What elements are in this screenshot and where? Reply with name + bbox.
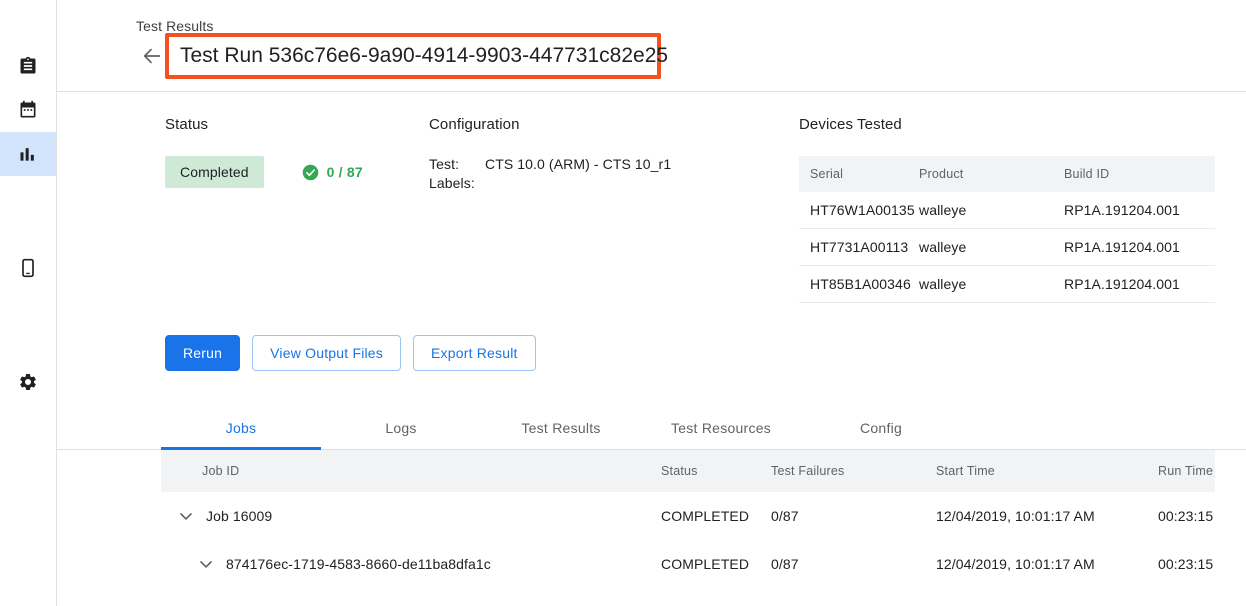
status-section-title: Status xyxy=(165,116,429,133)
jobs-cell-start-time: 12/04/2019, 10:01:17 AM xyxy=(936,508,1158,524)
sidebar-spacer-1 xyxy=(0,176,56,246)
devices-col-product: Product xyxy=(919,156,1064,192)
page-title: Test Run 536c76e6-9a90-4914-9903-447731c… xyxy=(169,44,668,68)
jobs-table-header: Job ID Status Test Failures Start Time R… xyxy=(161,450,1215,492)
breadcrumb[interactable]: Test Results xyxy=(136,18,213,34)
page-body: Status Completed 0 / 87 xyxy=(57,92,1246,606)
config-value-test: CTS 10.0 (ARM) - CTS 10_r1 xyxy=(485,156,799,172)
arrow-left-icon xyxy=(141,54,163,71)
sidebar-item-test-plans[interactable] xyxy=(0,44,56,88)
page-header: Test Results Test Run 536c76e6-9a90-4914… xyxy=(57,0,1246,92)
phone-icon xyxy=(18,258,38,278)
tab-jobs[interactable]: Jobs xyxy=(161,406,321,449)
sidebar-item-devices[interactable] xyxy=(0,246,56,290)
devices-header-row: Serial Product Build ID xyxy=(799,156,1215,192)
jobs-cell-job-id: 874176ec-1719-4583-8660-de11ba8dfa1c xyxy=(161,554,661,574)
main-area: Test Results Test Run 536c76e6-9a90-4914… xyxy=(57,0,1246,606)
status-badge: Completed xyxy=(165,156,264,188)
action-buttons: Rerun View Output Files Export Result xyxy=(57,303,1246,371)
jobs-cell-start-time: 12/04/2019, 10:01:17 AM xyxy=(936,556,1158,572)
devices-table-head: Serial Product Build ID xyxy=(799,156,1215,192)
pass-count-label: 0 / 87 xyxy=(327,164,363,180)
jobs-col-job-id: Job ID xyxy=(161,464,661,478)
device-product: walleye xyxy=(919,192,1064,229)
rerun-button[interactable]: Rerun xyxy=(165,335,240,371)
tab-bar: Jobs Logs Test Results Test Resources Co… xyxy=(57,406,1246,450)
status-row: Completed 0 / 87 xyxy=(165,156,429,188)
jobs-col-start-time: Start Time xyxy=(936,464,1158,478)
devices-col-build-id: Build ID xyxy=(1064,156,1215,192)
tab-test-results[interactable]: Test Results xyxy=(481,406,641,449)
config-key-labels: Labels: xyxy=(429,175,485,191)
devices-panel: Devices Tested Serial Product Build ID H… xyxy=(799,116,1246,303)
device-build-id: RP1A.191204.001 xyxy=(1064,229,1215,266)
sidebar-spacer-2 xyxy=(0,290,56,360)
back-button[interactable] xyxy=(141,45,163,67)
tab-test-resources[interactable]: Test Resources xyxy=(641,406,801,449)
jobs-table: Job ID Status Test Failures Start Time R… xyxy=(57,450,1215,606)
jobs-cell-test-failures: 0/87 xyxy=(771,556,936,572)
jobs-cell-status: COMPLETED xyxy=(661,508,771,524)
devices-table: Serial Product Build ID HT76W1A00135 wal… xyxy=(799,156,1215,303)
jobs-col-test-failures: Test Failures xyxy=(771,464,936,478)
summary-section: Status Completed 0 / 87 xyxy=(57,92,1246,303)
table-row[interactable]: Job 16009 COMPLETED 0/87 12/04/2019, 10:… xyxy=(161,492,1215,540)
table-row: HT7731A00113 walleye RP1A.191204.001 xyxy=(799,229,1215,266)
chevron-down-icon[interactable] xyxy=(176,506,196,526)
clipboard-icon xyxy=(18,56,38,76)
sidebar-item-settings[interactable] xyxy=(0,360,56,404)
jobs-col-run-time: Run Time xyxy=(1158,464,1215,478)
table-row: HT76W1A00135 walleye RP1A.191204.001 xyxy=(799,192,1215,229)
jobs-cell-run-time: 00:23:15 xyxy=(1158,556,1215,572)
bar-chart-icon xyxy=(18,144,38,164)
jobs-cell-status: COMPLETED xyxy=(661,556,771,572)
jobs-cell-run-time: 00:23:15 xyxy=(1158,508,1215,524)
view-output-files-button[interactable]: View Output Files xyxy=(252,335,401,371)
config-value-labels xyxy=(485,175,799,191)
devices-table-body: HT76W1A00135 walleye RP1A.191204.001 HT7… xyxy=(799,192,1215,303)
calendar-icon xyxy=(18,100,38,120)
device-serial: HT76W1A00135 xyxy=(799,192,919,229)
tab-logs[interactable]: Logs xyxy=(321,406,481,449)
pass-count: 0 / 87 xyxy=(302,164,363,181)
devices-col-serial: Serial xyxy=(799,156,919,192)
job-view-output-files-link[interactable]: View Output Files xyxy=(246,588,357,606)
configuration-panel: Configuration Test: CTS 10.0 (ARM) - CTS… xyxy=(429,116,799,303)
config-key-test: Test: xyxy=(429,156,485,172)
jobs-cell-job-id: Job 16009 xyxy=(161,506,661,526)
configuration-list: Test: CTS 10.0 (ARM) - CTS 10_r1 Labels: xyxy=(429,156,799,191)
page-title-highlight: Test Run 536c76e6-9a90-4914-9903-447731c… xyxy=(165,33,661,79)
table-row[interactable]: 874176ec-1719-4583-8660-de11ba8dfa1c COM… xyxy=(161,540,1215,588)
device-product: walleye xyxy=(919,229,1064,266)
configuration-section-title: Configuration xyxy=(429,116,799,133)
app-root: Test Results Test Run 536c76e6-9a90-4914… xyxy=(0,0,1246,606)
sidebar-item-test-results[interactable] xyxy=(0,132,56,176)
job-id-label: Job 16009 xyxy=(206,508,272,524)
table-row: HT85B1A00346 walleye RP1A.191204.001 xyxy=(799,266,1215,303)
jobs-col-status: Status xyxy=(661,464,771,478)
device-product: walleye xyxy=(919,266,1064,303)
device-serial: HT7731A00113 xyxy=(799,229,919,266)
device-build-id: RP1A.191204.001 xyxy=(1064,192,1215,229)
tab-config[interactable]: Config xyxy=(801,406,961,449)
export-result-button[interactable]: Export Result xyxy=(413,335,536,371)
device-serial: HT85B1A00346 xyxy=(799,266,919,303)
sidebar xyxy=(0,0,57,606)
jobs-cell-test-failures: 0/87 xyxy=(771,508,936,524)
sidebar-item-schedules[interactable] xyxy=(0,88,56,132)
status-panel: Status Completed 0 / 87 xyxy=(57,116,429,303)
device-build-id: RP1A.191204.001 xyxy=(1064,266,1215,303)
chevron-down-icon[interactable] xyxy=(196,554,216,574)
gear-icon xyxy=(18,372,38,392)
job-id-label: 874176ec-1719-4583-8660-de11ba8dfa1c xyxy=(226,556,491,572)
check-circle-icon xyxy=(302,164,319,181)
devices-section-title: Devices Tested xyxy=(799,116,1215,133)
